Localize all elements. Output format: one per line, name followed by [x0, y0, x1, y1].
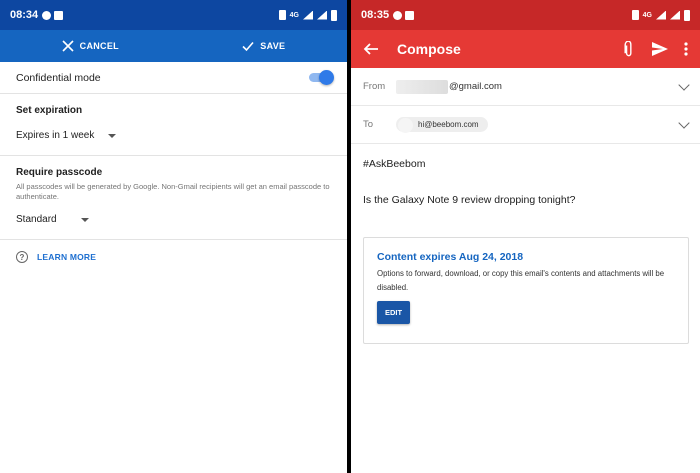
subject-field[interactable]: #AskBeebom: [351, 144, 700, 170]
blurred-email: [396, 79, 448, 94]
battery-icon: [331, 9, 337, 21]
edit-button[interactable]: EDIT: [377, 301, 410, 324]
expiration-section: Set expiration Expires in 1 week: [0, 94, 347, 156]
status-icons: 4G: [278, 9, 337, 21]
cancel-button[interactable]: CANCEL: [62, 40, 119, 52]
left-screen: 08:34 4G CANCEL SAVE Confidential mode S…: [0, 0, 347, 473]
passcode-description: All passcodes will be generated by Googl…: [16, 182, 330, 201]
signal-icon: [303, 10, 313, 20]
back-arrow-icon[interactable]: [363, 41, 379, 57]
attach-icon[interactable]: [620, 41, 636, 57]
compose-title: Compose: [397, 41, 461, 57]
passcode-value: Standard: [16, 214, 57, 225]
to-field[interactable]: To hi@beebom.com: [351, 106, 700, 144]
status-bar: 08:34 4G: [0, 0, 347, 30]
more-vert-icon[interactable]: [684, 42, 688, 56]
vibrate-icon: [278, 10, 286, 20]
expiration-dropdown[interactable]: Expires in 1 week: [16, 130, 117, 141]
card-description: Options to forward, download, or copy th…: [377, 269, 665, 292]
save-button[interactable]: SAVE: [242, 40, 285, 52]
notification-icon: [393, 10, 403, 20]
options-app-bar: CANCEL SAVE: [0, 30, 347, 62]
image-icon: [405, 10, 415, 20]
battery-icon: [684, 9, 690, 21]
caret-down-icon: [80, 217, 89, 222]
passcode-dropdown[interactable]: Standard: [16, 214, 89, 225]
recipient-chip[interactable]: hi@beebom.com: [396, 117, 488, 133]
learn-more-link[interactable]: ? LEARN MORE: [0, 240, 347, 274]
vibrate-icon: [631, 10, 639, 20]
image-icon: [54, 10, 64, 20]
expiration-value: Expires in 1 week: [16, 130, 95, 141]
cancel-label: CANCEL: [79, 41, 119, 51]
confidential-info-card: Content expires Aug 24, 2018 Options to …: [363, 237, 689, 344]
message-body[interactable]: Is the Galaxy Note 9 review dropping ton…: [351, 170, 700, 206]
help-icon: ?: [16, 251, 28, 263]
status-time: 08:34: [10, 9, 39, 21]
signal-icon: [656, 10, 666, 20]
status-bar: 08:35 4G: [351, 0, 700, 30]
compose-actions: [620, 41, 688, 57]
check-icon: [242, 41, 254, 52]
send-icon[interactable]: [652, 42, 668, 56]
chevron-down-icon[interactable]: [678, 78, 690, 91]
network-label: 4G: [642, 11, 652, 19]
learn-more-label: LEARN MORE: [37, 252, 97, 262]
passcode-section: Require passcode All passcodes will be g…: [0, 156, 347, 240]
from-value: @gmail.com: [449, 81, 502, 92]
signal-icon-2: [670, 10, 680, 20]
toggle-knob: [319, 70, 334, 85]
from-label: From: [363, 81, 386, 92]
card-title: Content expires Aug 24, 2018: [377, 251, 524, 263]
signal-icon-2: [317, 10, 327, 20]
notification-icon: [42, 10, 52, 20]
right-screen: 08:35 4G Compose From @gmail.com To hi@b…: [351, 0, 700, 473]
chevron-down-icon[interactable]: [678, 116, 690, 129]
from-field[interactable]: From @gmail.com: [351, 68, 700, 106]
confidential-label: Confidential mode: [16, 71, 101, 84]
close-icon: [62, 40, 74, 52]
to-label: To: [363, 119, 374, 130]
network-label: 4G: [289, 11, 299, 19]
status-time: 08:35: [361, 9, 390, 21]
save-label: SAVE: [260, 41, 286, 51]
passcode-title: Require passcode: [16, 167, 103, 178]
caret-down-icon: [108, 133, 117, 138]
status-icons: 4G: [631, 9, 690, 21]
expiration-title: Set expiration: [16, 105, 83, 116]
compose-app-bar: Compose: [351, 30, 700, 68]
confidential-mode-row: Confidential mode: [0, 62, 347, 94]
confidential-toggle[interactable]: [309, 70, 334, 85]
